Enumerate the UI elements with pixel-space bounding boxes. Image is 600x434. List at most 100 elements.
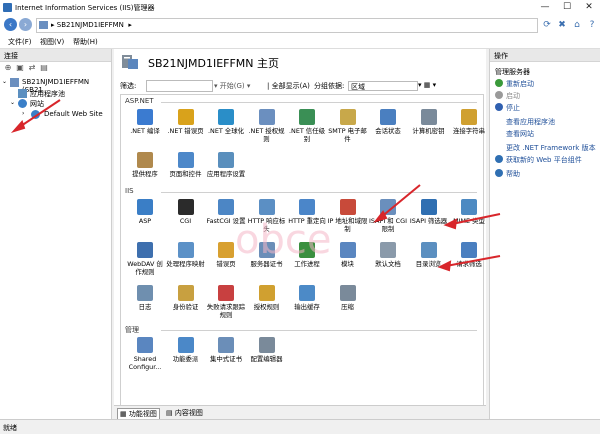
feature-item[interactable]: 集中式证书 xyxy=(206,337,246,363)
feature-icon xyxy=(420,242,437,258)
section-aspnet[interactable]: ASP.NET xyxy=(125,97,154,105)
feature-item[interactable]: SMTP 电子邮件 xyxy=(328,109,368,143)
feature-label: 目录浏览 xyxy=(415,260,442,268)
refresh-icon[interactable]: ⟳ xyxy=(541,19,553,31)
feature-item[interactable]: 输出缓存 xyxy=(287,285,327,311)
feature-item[interactable]: 失败请求跟踪规则 xyxy=(206,285,246,319)
feature-item[interactable]: 默认文档 xyxy=(368,242,408,268)
section-iis[interactable]: IIS xyxy=(125,187,134,195)
feature-label: 默认文档 xyxy=(375,260,401,268)
action-item[interactable]: 查看网站 xyxy=(495,129,534,139)
feature-item[interactable]: ASP xyxy=(125,199,165,225)
view-tabs: ▦ 功能视图 ▤ 内容视图 xyxy=(114,405,486,420)
feature-item[interactable]: ISAPI 筛选器 xyxy=(409,199,449,225)
back-button[interactable]: ‹ xyxy=(4,18,17,31)
feature-item[interactable]: .NET 编译 xyxy=(125,109,165,135)
collapse-chevron-icon[interactable]: ⌄ xyxy=(2,78,7,85)
forward-button[interactable]: › xyxy=(19,18,32,31)
minimize-button[interactable]: — xyxy=(534,0,556,15)
section-manage[interactable]: 管理 xyxy=(125,325,139,335)
feature-item[interactable]: 页面和控件 xyxy=(166,152,206,178)
feature-item[interactable]: CGI xyxy=(166,199,206,225)
feature-item[interactable]: 处理程序映射 xyxy=(166,242,206,268)
feature-label: Shared Configur... xyxy=(128,355,162,371)
collapse-icon[interactable]: ▤ xyxy=(39,63,49,73)
save-icon[interactable]: ▣ xyxy=(15,63,25,73)
tree-app-pools[interactable]: 应用程序池 xyxy=(18,89,108,99)
connect-icon[interactable]: ⇄ xyxy=(27,63,37,73)
menu-file[interactable]: 文件(F) xyxy=(8,37,32,47)
action-item[interactable]: 查看应用程序池 xyxy=(495,117,555,127)
feature-item[interactable]: 会话状态 xyxy=(368,109,408,135)
feature-item[interactable]: .NET 全球化 xyxy=(206,109,246,135)
feature-item[interactable]: 身份验证 xyxy=(166,285,206,311)
action-item[interactable]: 启动 xyxy=(495,91,520,101)
home-icon[interactable]: ⌂ xyxy=(571,19,583,31)
start-button[interactable]: ▾ 开始(G) ▾ xyxy=(214,81,250,91)
feature-item[interactable]: 授权规则 xyxy=(247,285,287,311)
tree-sites[interactable]: ⌄ 网站 xyxy=(10,99,100,109)
tab-content-view[interactable]: ▤ 内容视图 xyxy=(164,408,205,418)
feature-icon xyxy=(177,199,194,215)
action-item[interactable]: 获取新的 Web 平台组件 xyxy=(495,155,582,165)
action-item[interactable]: 帮助 xyxy=(495,169,520,179)
feature-item[interactable]: 服务器证书 xyxy=(247,242,287,268)
section-divider xyxy=(161,330,477,331)
feature-label: 连接字符串 xyxy=(453,127,485,135)
feature-item[interactable]: IP 地址和域限制 xyxy=(328,199,368,233)
feature-item[interactable]: .NET 错误页 xyxy=(166,109,206,135)
maximize-button[interactable]: ☐ xyxy=(556,0,578,15)
feature-item[interactable]: .NET 信任级别 xyxy=(287,109,327,143)
view-toggle[interactable]: ▾ ▦ ▾ xyxy=(418,81,436,89)
feature-item[interactable]: HTTP 响应标头 xyxy=(247,199,287,233)
action-item[interactable]: 重新启动 xyxy=(495,79,534,89)
address-box[interactable]: ▸ SB21NJMD1IEFFMN ▸ xyxy=(36,18,538,33)
new-connection-icon[interactable]: ⊕ xyxy=(3,63,13,73)
expand-arrow-icon[interactable]: › xyxy=(22,110,24,117)
feature-label: 错误页 xyxy=(216,260,236,268)
help-icon[interactable]: ? xyxy=(586,19,598,31)
show-all-button[interactable]: | 全部显示(A) xyxy=(267,81,310,91)
action-item[interactable]: 更改 .NET Framework 版本 xyxy=(495,143,596,153)
feature-item[interactable]: ISAPI 和 CGI 限制 xyxy=(368,199,408,233)
feature-item[interactable]: 模块 xyxy=(328,242,368,268)
menu-view[interactable]: 视图(V) xyxy=(40,37,64,47)
feature-item[interactable]: 配置编辑器 xyxy=(247,337,287,363)
tree-server[interactable]: ⌄ SB21NJMD1IEFFMN (SB21 xyxy=(2,78,110,94)
feature-label: ISAPI 和 CGI 限制 xyxy=(369,217,407,233)
feature-item[interactable]: 工作进程 xyxy=(287,242,327,268)
feature-item[interactable]: 日志 xyxy=(125,285,165,311)
feature-item[interactable]: 目录浏览 xyxy=(409,242,449,268)
feature-item[interactable]: 压缩 xyxy=(328,285,368,311)
feature-item[interactable]: WebDAV 创作规则 xyxy=(125,242,165,276)
action-label: 停止 xyxy=(506,104,520,112)
feature-icon xyxy=(177,109,194,125)
expand-chevron-icon[interactable]: ⌄ xyxy=(10,99,15,106)
stop-nav-icon[interactable]: ✖ xyxy=(556,19,568,31)
group-by-select[interactable]: 区域 xyxy=(348,81,418,91)
feature-label: SMTP 电子邮件 xyxy=(328,127,367,143)
filter-bar: 筛选: ▾ 开始(G) ▾ | 全部显示(A) 分组依据: 区域 ▾ ▦ ▾ xyxy=(120,80,437,92)
action-item[interactable]: 停止 xyxy=(495,103,520,113)
feature-item[interactable]: FastCGI 设置 xyxy=(206,199,246,225)
menu-help[interactable]: 帮助(H) xyxy=(73,37,98,47)
feature-icon xyxy=(339,109,356,125)
feature-item[interactable]: 错误页 xyxy=(206,242,246,268)
feature-item[interactable]: Shared Configur... xyxy=(125,337,165,371)
feature-item[interactable]: HTTP 重定向 xyxy=(287,199,327,225)
actions-panel: 操作 管理服务器 重新启动 启动 停止 查看应用程序池 查看网站 更改 .NET Fram… xyxy=(489,49,600,419)
action-label: 重新启动 xyxy=(506,80,534,88)
feature-item[interactable]: 应用程序设置 xyxy=(206,152,246,178)
feature-item[interactable]: 计算机密钥 xyxy=(409,109,449,135)
feature-item[interactable]: 请求筛选 xyxy=(449,242,489,268)
close-button[interactable]: ✕ xyxy=(578,0,600,15)
stop-icon xyxy=(495,103,503,111)
feature-item[interactable]: 连接字符串 xyxy=(449,109,489,135)
feature-item[interactable]: 功能委派 xyxy=(166,337,206,363)
tree-default-site[interactable]: › Default Web Site xyxy=(22,110,110,120)
feature-item[interactable]: .NET 授权规则 xyxy=(247,109,287,143)
web-platform-icon xyxy=(495,155,503,163)
feature-item[interactable]: MIME 类型 xyxy=(449,199,489,225)
feature-item[interactable]: 提供程序 xyxy=(125,152,165,178)
filter-input[interactable] xyxy=(146,80,213,92)
